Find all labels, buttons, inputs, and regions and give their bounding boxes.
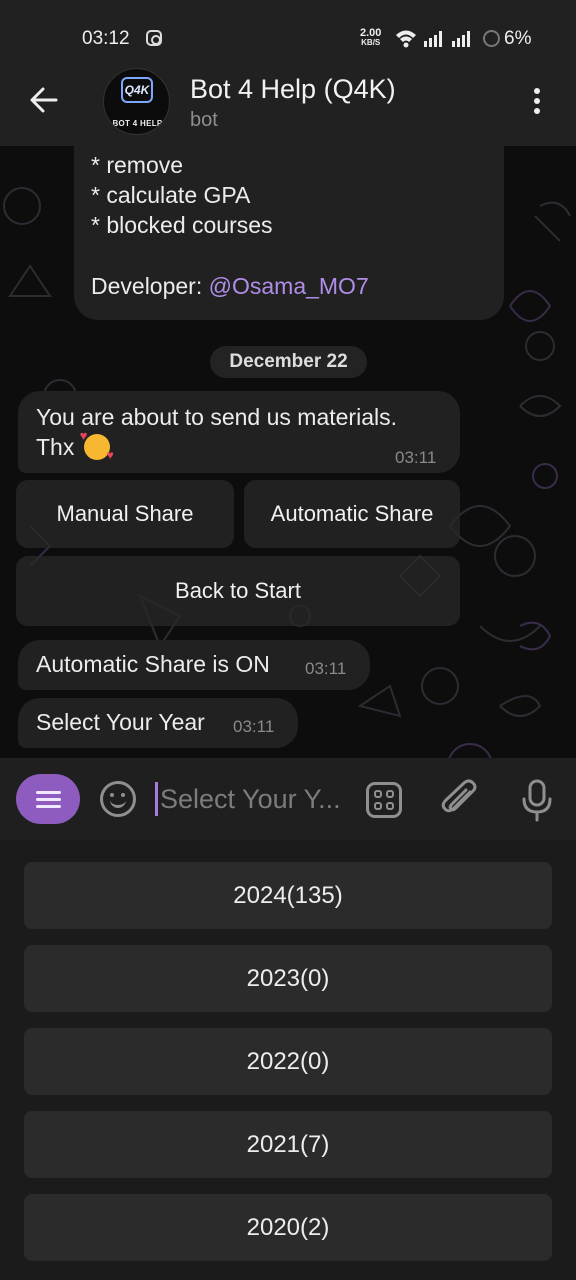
message-time: 03:11: [395, 448, 437, 467]
bot-message: Select Your Year 03:11: [18, 698, 298, 748]
message-input-bar: [0, 758, 576, 840]
developer-link[interactable]: @Osama_MO7: [209, 273, 369, 299]
message-input[interactable]: [160, 780, 350, 818]
chat-area[interactable]: * remove * calculate GPA * blocked cours…: [0, 146, 576, 758]
text-caret: [155, 782, 158, 816]
battery-percentage: 6%: [504, 28, 532, 49]
smiling-face-with-hearts-icon: [80, 428, 114, 462]
back-to-start-button[interactable]: Back to Start: [16, 556, 460, 626]
back-arrow-icon[interactable]: [28, 84, 60, 116]
emoji-icon[interactable]: [100, 781, 136, 817]
message-text: Select Your Year: [36, 709, 205, 735]
year-button-2024[interactable]: 2024(135): [24, 862, 552, 929]
message-line: * calculate GPA: [91, 182, 251, 208]
automatic-share-button[interactable]: Automatic Share: [244, 480, 460, 548]
message-text-line2: Thx: [36, 428, 114, 462]
more-vert-icon[interactable]: [534, 88, 540, 116]
chat-subtitle: bot: [190, 109, 218, 131]
avatar-logo: Q4K: [121, 77, 153, 103]
developer-line: Developer: @Osama_MO7: [91, 273, 369, 300]
manual-share-button[interactable]: Manual Share: [16, 480, 234, 548]
instagram-icon: [146, 30, 162, 46]
avatar-caption: BOT 4 HELP: [112, 119, 163, 128]
reply-keyboard: 2024(135) 2023(0) 2022(0) 2021(7) 2020(2…: [0, 840, 576, 1280]
message-time: 03:11: [233, 717, 275, 736]
message-text: You are about to send us materials.: [36, 404, 397, 430]
avatar[interactable]: Q4K BOT 4 HELP: [103, 68, 170, 135]
menu-icon[interactable]: [16, 774, 80, 824]
date-separator: December 22: [210, 346, 367, 378]
attach-icon[interactable]: [440, 778, 480, 820]
bot-commands-icon[interactable]: [366, 782, 402, 818]
year-button-2020[interactable]: 2020(2): [24, 1194, 552, 1261]
battery-icon: [483, 30, 500, 47]
status-bar: 03:12 2.00 KB/S 6%: [0, 0, 576, 62]
message-text: Automatic Share is ON: [36, 651, 270, 677]
signal-icon: [396, 30, 470, 48]
developer-label: Developer:: [91, 273, 209, 299]
chat-header: Q4K BOT 4 HELP Bot 4 Help (Q4K) bot: [0, 62, 576, 146]
year-button-2021[interactable]: 2021(7): [24, 1111, 552, 1178]
year-button-2022[interactable]: 2022(0): [24, 1028, 552, 1095]
bot-welcome-message: * remove * calculate GPA * blocked cours…: [74, 146, 504, 320]
network-speed-unit: KB/S: [361, 38, 381, 47]
bot-message: Automatic Share is ON 03:11: [18, 640, 370, 690]
message-line: * remove: [91, 152, 184, 178]
message-thanks: Thx: [36, 434, 75, 460]
chat-title[interactable]: Bot 4 Help (Q4K): [190, 74, 396, 105]
message-time: 03:11: [305, 659, 347, 678]
message-line: * blocked courses: [91, 212, 273, 238]
status-time: 03:12: [82, 28, 130, 49]
network-speed: 2.00 KB/S: [360, 28, 381, 48]
mic-icon[interactable]: [520, 778, 554, 822]
bot-message: You are about to send us materials. Thx …: [18, 391, 460, 473]
year-button-2023[interactable]: 2023(0): [24, 945, 552, 1012]
